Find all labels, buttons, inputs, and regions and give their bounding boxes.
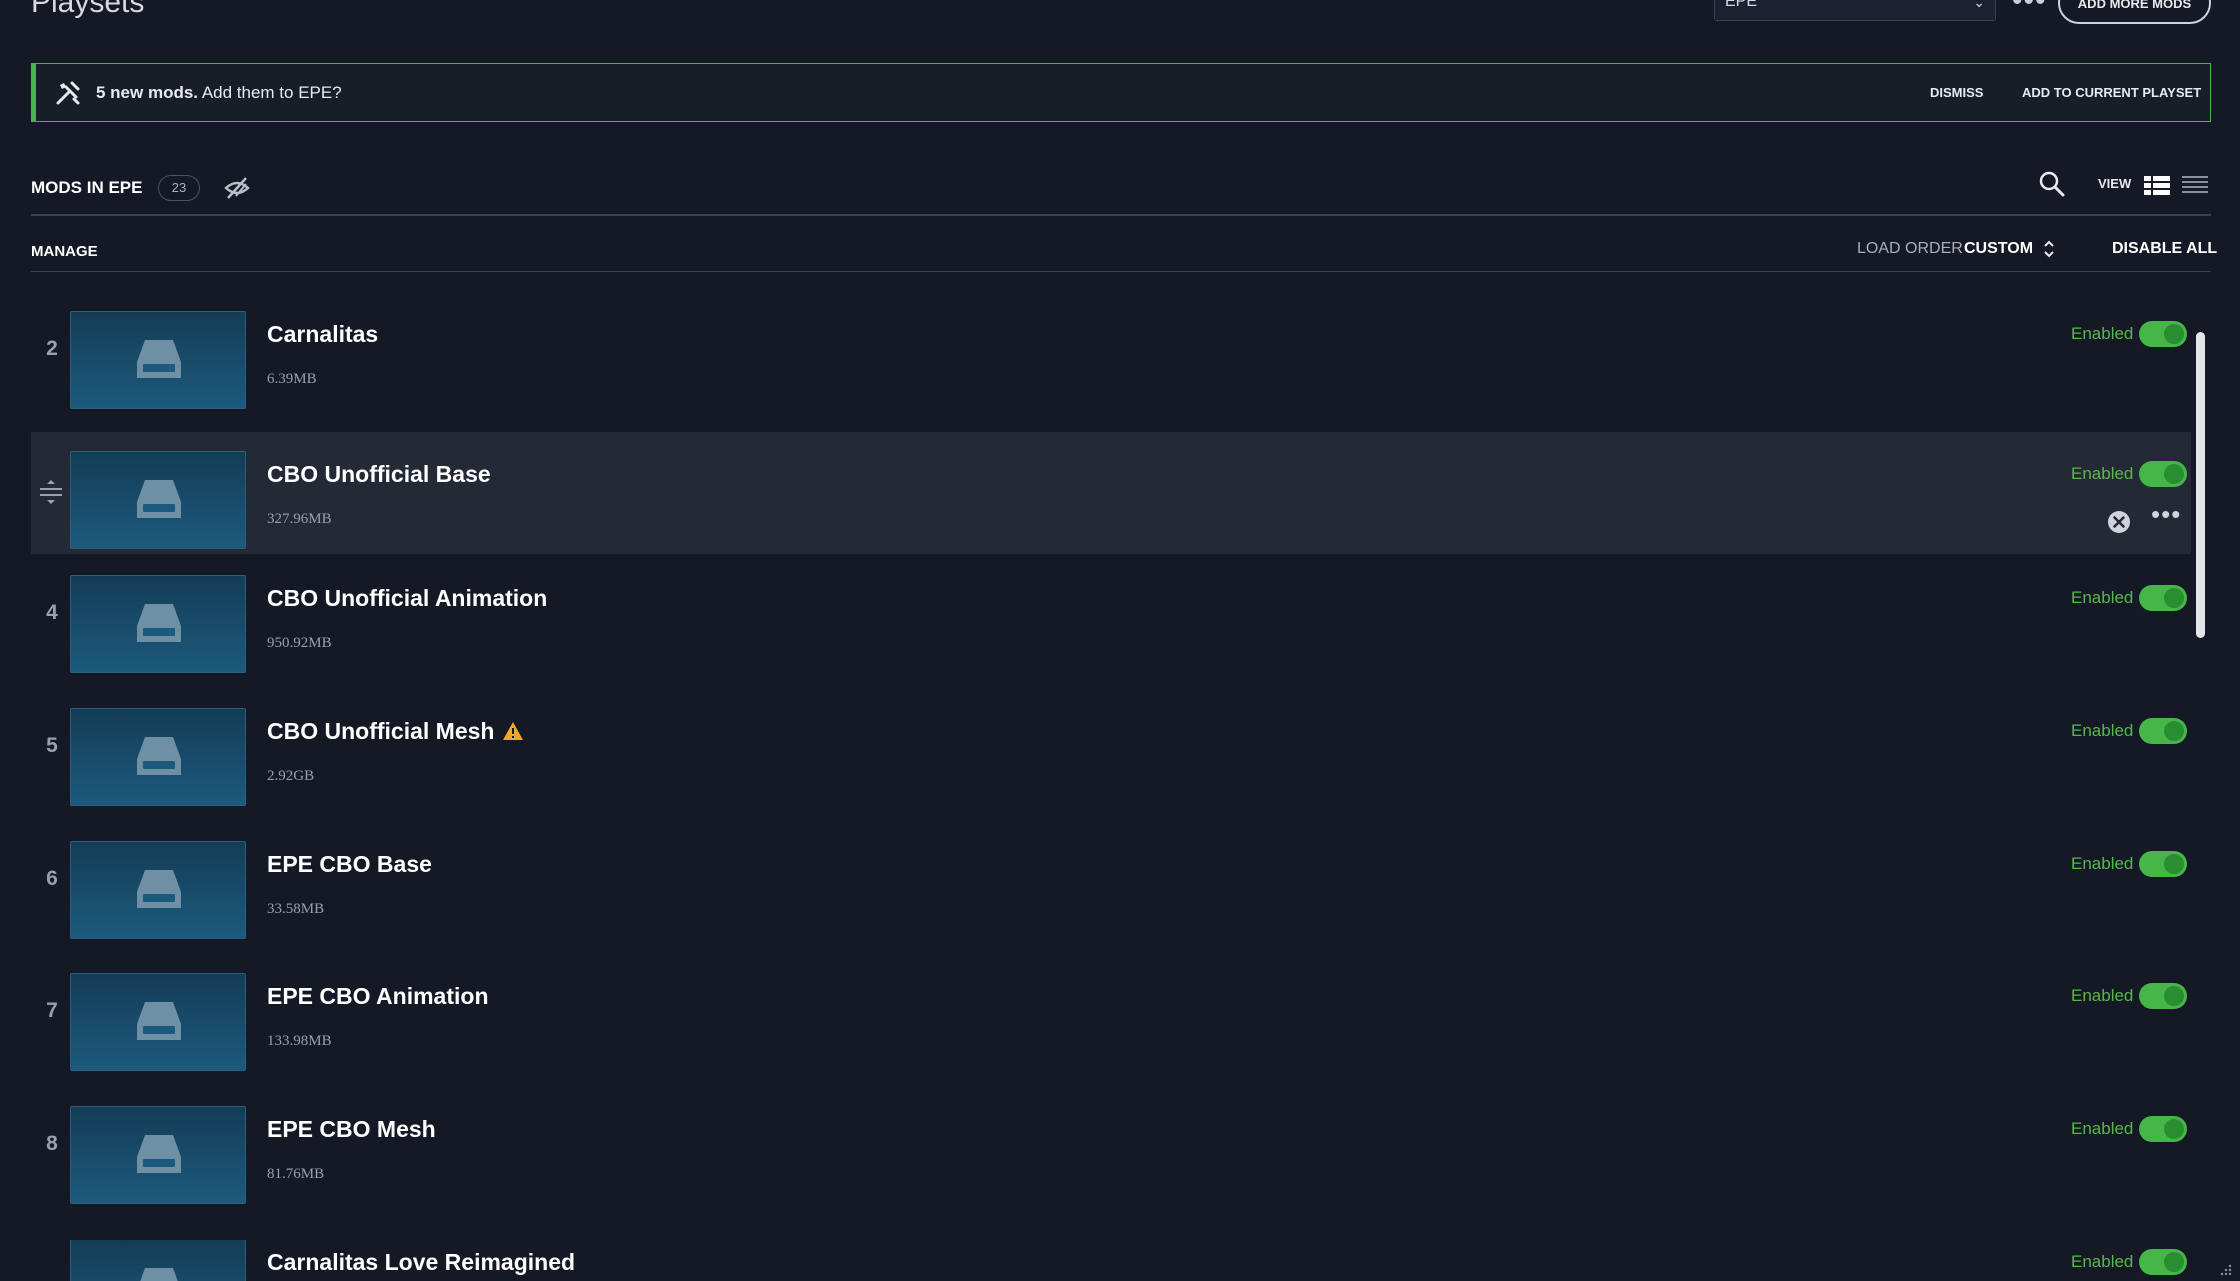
mod-name: EPE CBO Base — [267, 851, 432, 877]
list-item[interactable]: Carnalitas Love Reimagined Enabled — [31, 1240, 2191, 1281]
list-item[interactable]: 8 EPE CBO Mesh 81.76MB Enabled — [31, 1087, 2191, 1209]
load-order-number: 8 — [46, 1132, 58, 1155]
hide-disabled-icon[interactable] — [222, 174, 252, 202]
banner-message-bold: 5 new mods. — [96, 83, 199, 102]
scrollbar-thumb[interactable] — [2196, 332, 2205, 638]
mod-size: 33.58MB — [267, 901, 325, 917]
drive-icon — [137, 737, 181, 775]
mod-name: CBO Unofficial Animation — [267, 585, 548, 611]
drive-icon — [137, 870, 181, 908]
status-label: Enabled — [2071, 1119, 2134, 1138]
status-label: Enabled — [2071, 721, 2134, 740]
mod-size: 133.98MB — [267, 1033, 332, 1049]
load-order-select[interactable]: CUSTOM — [1964, 240, 2033, 258]
mod-thumbnail — [70, 575, 246, 673]
drive-icon — [137, 340, 181, 378]
dismiss-button[interactable]: DISMISS — [1930, 85, 1983, 100]
enabled-toggle[interactable] — [2139, 1249, 2187, 1275]
load-order-number: 2 — [46, 337, 58, 360]
warning-icon[interactable] — [502, 721, 524, 741]
enabled-toggle[interactable] — [2139, 1116, 2187, 1142]
drive-icon — [137, 604, 181, 642]
mod-thumbnail — [70, 451, 246, 549]
list-item[interactable]: 6 EPE CBO Base 33.58MB Enabled — [31, 822, 2191, 944]
drive-icon — [137, 1002, 181, 1040]
more-options-icon[interactable]: ••• — [2012, 0, 2047, 18]
load-order-number: 7 — [46, 999, 58, 1022]
playset-select-value: EPE — [1725, 0, 1758, 10]
mod-size: 950.92MB — [267, 635, 332, 651]
mod-name: Carnalitas Love Reimagined — [267, 1249, 576, 1275]
mod-count-badge: 23 — [158, 175, 200, 201]
status-label: Enabled — [2071, 986, 2134, 1005]
load-order-label: LOAD ORDER — [1857, 240, 1963, 257]
resize-grip-icon[interactable] — [2218, 1262, 2232, 1276]
load-order-number: 4 — [46, 601, 58, 624]
list-item[interactable]: 7 EPE CBO Animation 133.98MB Enabled — [31, 954, 2191, 1076]
sort-updown-icon[interactable] — [2041, 238, 2057, 260]
new-mods-banner: 5 new mods. Add them to EPE? DISMISS ADD… — [31, 63, 2211, 122]
chevron-down-icon: ⌄ — [1973, 0, 1985, 10]
status-label: Enabled — [2071, 588, 2134, 607]
row-more-options-icon[interactable]: ••• — [2151, 501, 2181, 527]
enabled-toggle[interactable] — [2139, 983, 2187, 1009]
load-order-number: 5 — [46, 734, 58, 757]
list-item[interactable]: 4 CBO Unofficial Animation 950.92MB Enab… — [31, 556, 2191, 678]
mod-size: 6.39MB — [267, 371, 317, 387]
mod-thumbnail — [70, 708, 246, 806]
mod-name: EPE CBO Animation — [267, 983, 489, 1009]
status-label: Enabled — [2071, 854, 2134, 873]
mod-thumbnail — [70, 311, 246, 409]
banner-message: 5 new mods. Add them to EPE? — [96, 83, 342, 103]
drive-icon — [137, 480, 181, 518]
mod-name: CBO Unofficial Base — [267, 461, 491, 487]
mod-thumbnail — [70, 1106, 246, 1204]
drive-icon — [140, 1268, 178, 1281]
mod-name: EPE CBO Mesh — [267, 1116, 436, 1142]
mod-size: 327.96MB — [267, 511, 332, 527]
enabled-toggle[interactable] — [2139, 718, 2187, 744]
page-title: Playsets — [31, 0, 145, 19]
add-more-mods-button[interactable]: ADD MORE MODS — [2058, 0, 2211, 24]
enabled-toggle[interactable] — [2139, 585, 2187, 611]
mod-thumbnail — [70, 841, 246, 939]
load-order-number: 6 — [46, 867, 58, 890]
header-divider — [31, 214, 2211, 216]
status-label: Enabled — [2071, 464, 2134, 483]
mod-size: 2.92GB — [267, 768, 315, 784]
enabled-toggle[interactable] — [2139, 851, 2187, 877]
add-to-current-playset-button[interactable]: ADD TO CURRENT PLAYSET — [2022, 85, 2201, 100]
mod-name: Carnalitas — [267, 321, 379, 347]
search-icon[interactable] — [2038, 170, 2066, 198]
status-label: Enabled — [2071, 1252, 2134, 1271]
enabled-toggle[interactable] — [2139, 321, 2187, 347]
playset-select[interactable]: EPE ⌄ — [1714, 0, 1996, 21]
manage-button[interactable]: MANAGE — [31, 243, 98, 260]
banner-message-text: Add them to EPE? — [198, 83, 342, 102]
status-label: Enabled — [2071, 324, 2134, 343]
remove-mod-icon[interactable] — [2107, 510, 2131, 534]
enabled-toggle[interactable] — [2139, 461, 2187, 487]
tools-icon — [56, 81, 80, 105]
list-detail-view-icon[interactable] — [2144, 175, 2170, 195]
drive-icon — [137, 1135, 181, 1173]
view-label: VIEW — [2098, 176, 2132, 191]
disable-all-button[interactable]: DISABLE ALL — [2112, 240, 2217, 258]
section-title: MODS IN EPE — [31, 178, 143, 197]
mod-size: 81.76MB — [267, 1166, 325, 1182]
list-item[interactable]: 2 Carnalitas 6.39MB Enabled — [31, 292, 2191, 414]
list-item[interactable]: 5 CBO Unofficial Mesh 2.92GB Enabled — [31, 689, 2191, 811]
drag-handle-icon[interactable] — [38, 477, 64, 507]
mod-thumbnail — [70, 973, 246, 1071]
list-item[interactable]: CBO Unofficial Base 327.96MB Enabled ••• — [31, 432, 2191, 554]
list-clip-region: Carnalitas Love Reimagined Enabled — [0, 1240, 2240, 1281]
mod-thumbnail — [70, 1240, 246, 1281]
compact-list-view-icon[interactable] — [2182, 175, 2208, 195]
mod-name: CBO Unofficial Mesh — [267, 718, 495, 744]
manage-divider — [31, 271, 2211, 272]
